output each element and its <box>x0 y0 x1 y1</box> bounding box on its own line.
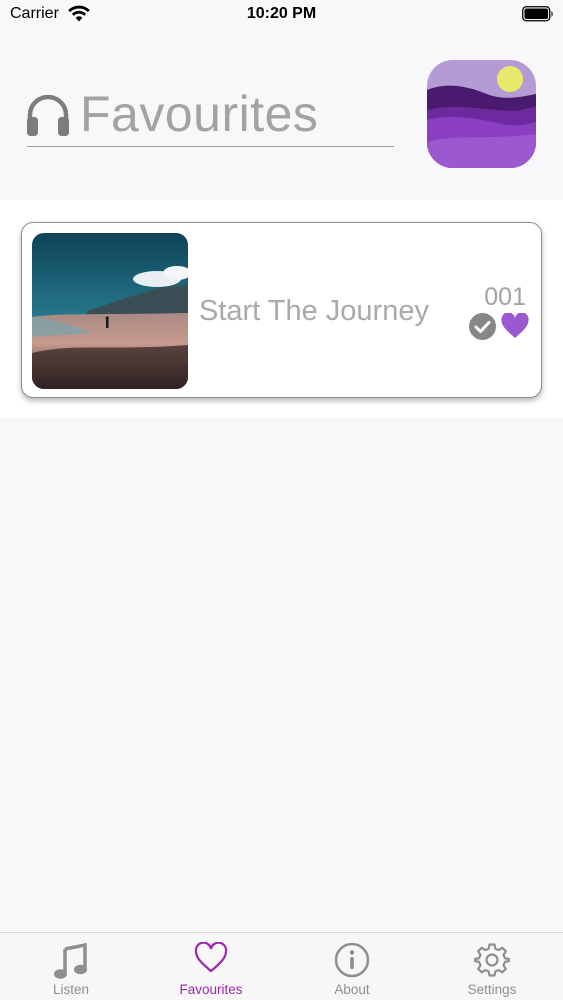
headphones-icon <box>27 94 69 136</box>
music-note-icon <box>54 942 87 979</box>
page-header: Favourites <box>0 30 563 200</box>
heart-outline-icon <box>194 942 228 973</box>
track-title: Start The Journey <box>199 295 429 327</box>
status-bar: Carrier 10:20 PM <box>0 0 563 30</box>
favourite-heart-icon[interactable] <box>501 313 529 339</box>
app-logo <box>427 60 536 168</box>
tab-favourites[interactable]: Favourites <box>141 933 281 1000</box>
title-underline <box>27 146 394 147</box>
tab-settings[interactable]: Settings <box>422 933 562 1000</box>
tab-about[interactable]: About <box>282 933 422 1000</box>
tab-settings-label: Settings <box>467 982 517 997</box>
info-icon <box>334 942 370 978</box>
favourite-track-card[interactable]: Start The Journey 001 <box>21 222 542 398</box>
favourites-list: Start The Journey 001 <box>0 200 563 418</box>
track-artwork <box>32 233 188 389</box>
track-number: 001 <box>484 283 526 311</box>
tab-bar: Listen Favourites About Settings <box>0 932 563 1000</box>
tab-about-label: About <box>334 982 370 997</box>
clock: 10:20 PM <box>246 5 317 22</box>
tab-favourites-label: Favourites <box>179 982 243 997</box>
tab-listen[interactable]: Listen <box>1 933 141 1000</box>
completed-check-icon <box>469 313 496 340</box>
battery-icon <box>522 6 553 22</box>
page-title: Favourites <box>80 86 319 142</box>
tab-listen-label: Listen <box>52 982 90 997</box>
gear-icon <box>474 943 510 977</box>
